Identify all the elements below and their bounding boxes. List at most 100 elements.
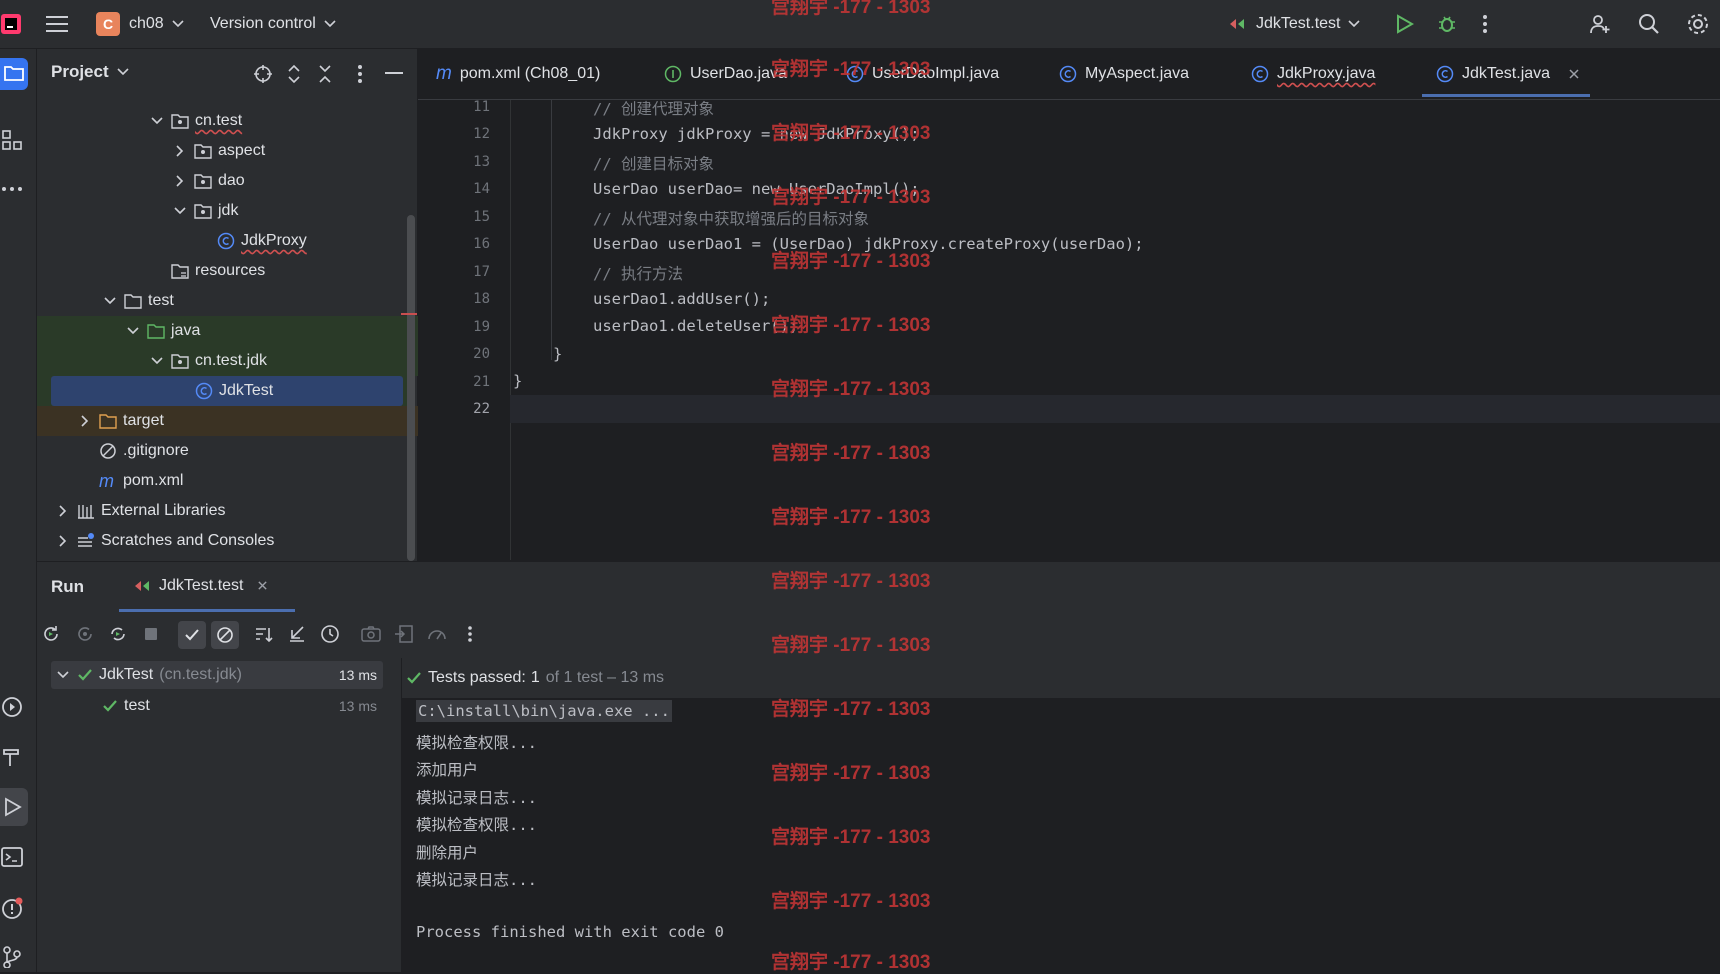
test-status-bar: Tests passed: 1 of 1 test – 13 ms [402,658,1720,698]
line-number: 15 [473,209,490,225]
suite-duration: 13 ms [338,667,377,683]
expand-all-icon[interactable] [286,64,302,84]
tab-jdktest-java[interactable]: JdkTest.java [1421,49,1591,99]
services-icon[interactable] [0,695,24,719]
vcs-menu[interactable]: Version control [210,0,336,48]
hide-panel-icon[interactable] [385,72,403,76]
run-tool-button[interactable] [0,788,28,826]
code-comment: // 从代理对象中获取增强后的目标对象 [593,210,869,228]
tree-label: test [148,292,174,309]
tab-pom-xml[interactable]: m pom.xml (Ch08_01) [436,49,600,99]
maven-icon: m [436,63,452,84]
maven-icon: m [99,471,114,491]
locate-target-icon[interactable] [253,64,273,84]
ignored-circle-icon [217,627,233,643]
console-command-line[interactable]: C:\install\bin\java.exe ... [416,700,672,722]
run-config-label: JdkTest.test [1256,15,1341,32]
console-line: 删除用户 [416,844,479,862]
tree-label: java [171,322,201,339]
rerun-failed-icon[interactable] [74,623,96,645]
package-folder-icon [194,204,212,219]
collapse-all-icon[interactable] [317,64,333,84]
tree-node-scratches[interactable]: Scratches and Consoles [37,526,427,556]
project-panel-title: Project [51,62,109,81]
test-history-clock-icon[interactable] [319,623,341,645]
tests-passed-count: 1 [530,669,540,686]
test-suite-row[interactable]: JdkTest (cn.test.jdk) 13 ms [51,661,383,689]
console-line: 模拟记录日志... [416,789,537,807]
suite-package: (cn.test.jdk) [159,666,242,683]
tests-passed-label: Tests passed: [428,669,526,686]
line-number: 17 [473,264,490,280]
stop-icon[interactable] [140,623,162,645]
more-tools-icon[interactable] [0,177,24,201]
build-hammer-icon[interactable] [0,745,24,769]
passed-check-icon [103,700,117,712]
tree-node-file[interactable]: .gitignore [37,436,471,466]
line-number: 14 [473,181,490,197]
tree-node-libraries[interactable]: External Libraries [37,496,427,526]
chevron-down-icon [324,20,336,28]
passed-check-icon [78,669,92,681]
problems-icon[interactable] [0,896,24,920]
line-number: 12 [473,126,490,142]
tab-jdkproxy-java[interactable]: JdkProxy.java [1251,49,1375,99]
chevron-down-icon [151,357,163,365]
collapse-tests-icon[interactable] [286,623,308,645]
java-class-icon [1059,65,1077,83]
current-line-highlight [510,395,1720,423]
tree-label: aspect [218,142,266,159]
show-ignored-toggle[interactable] [211,621,239,649]
test-config-icon [135,580,149,591]
project-switcher[interactable]: C ch08 [96,0,184,48]
close-tab-icon [1569,69,1579,79]
toggle-auto-test-icon[interactable] [107,623,129,645]
import-tests-icon[interactable] [393,623,415,645]
tab-userdaoimpl-java[interactable]: UserDaoImpl.java [846,49,999,99]
app-logo-icon[interactable] [0,0,26,48]
line-number-current: 22 [473,401,490,417]
project-tool-button[interactable] [0,58,28,90]
java-class-icon [217,232,235,250]
more-actions-icon[interactable] [1482,0,1488,48]
show-passed-toggle[interactable] [178,621,206,649]
git-branch-icon[interactable] [0,945,24,969]
project-scrollbar[interactable] [407,215,415,561]
chevron-down-icon [174,207,186,215]
tree-label: cn.test.jdk [195,352,268,369]
chevron-right-icon [81,415,89,427]
screenshot-camera-icon[interactable] [360,623,382,645]
run-config-selector[interactable]: JdkTest.test [1228,0,1361,48]
sort-icon[interactable] [253,623,275,645]
line-number: 20 [473,346,490,362]
code-line: } [553,345,563,363]
chevron-down-icon [127,327,139,335]
java-class-icon [1436,65,1454,83]
interface-icon [664,65,682,83]
project-view-selector[interactable]: Project [51,62,129,82]
rerun-icon[interactable] [40,623,62,645]
tree-label: .gitignore [123,442,189,459]
options-more-icon[interactable] [357,64,363,84]
tree-label: JdkTest [219,382,274,399]
console-line: 模拟记录日志... [416,871,537,889]
tree-label: External Libraries [101,502,226,519]
more-options-icon[interactable] [459,623,481,645]
run-tab-jdktest[interactable]: JdkTest.test [119,562,295,612]
tab-userdao-java[interactable]: UserDao.java [664,49,787,99]
coverage-gauge-icon[interactable] [426,623,448,645]
tree-node-folder[interactable]: target [37,406,449,436]
tab-myaspect-java[interactable]: MyAspect.java [1059,49,1189,99]
main-menu-icon[interactable] [46,0,68,48]
structure-icon[interactable] [0,128,24,152]
settings-gear-icon[interactable] [1686,0,1710,48]
search-icon[interactable] [1638,0,1660,48]
tree-node-file[interactable]: m pom.xml [37,466,471,496]
test-case-row[interactable]: test 13 ms [51,692,383,720]
debug-button[interactable] [1437,0,1457,48]
add-user-icon[interactable] [1589,0,1611,48]
project-name: ch08 [129,15,164,32]
tree-node-class-selected[interactable]: JdkTest [51,376,403,406]
run-button[interactable] [1394,0,1414,48]
terminal-icon[interactable] [0,845,24,869]
